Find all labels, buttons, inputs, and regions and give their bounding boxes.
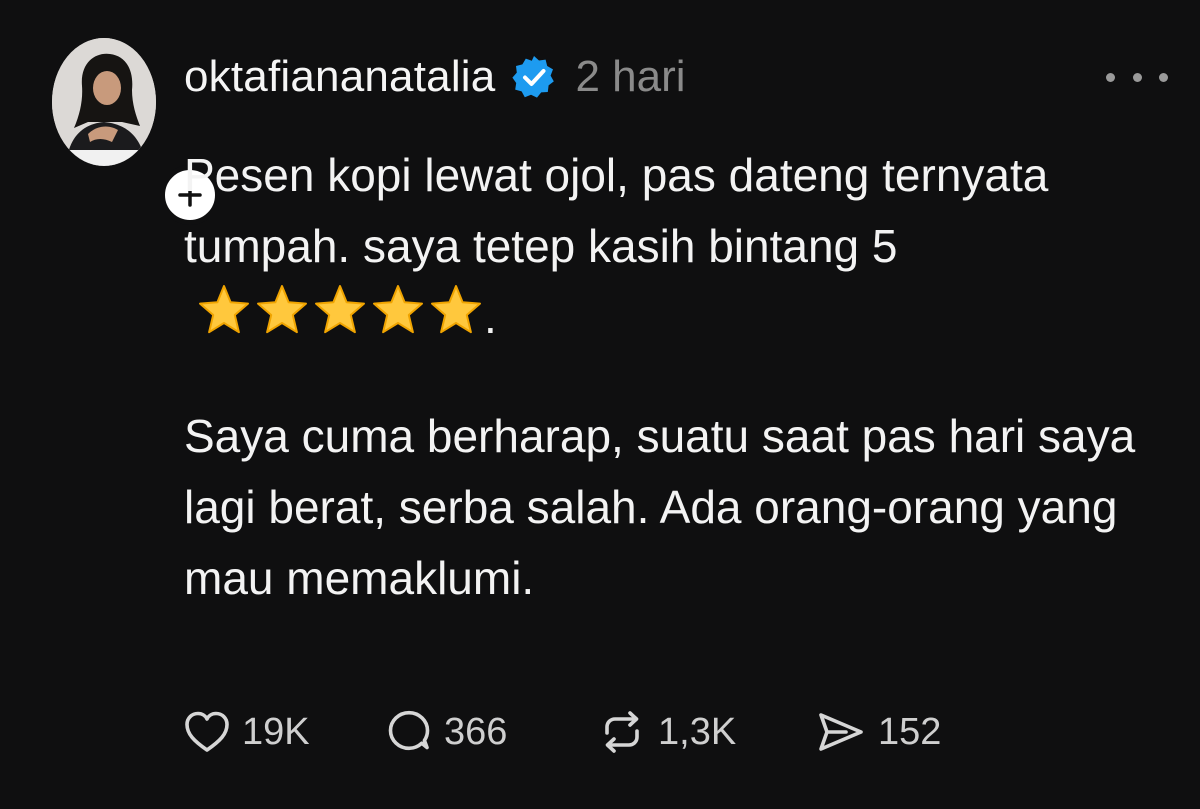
repost-count: 1,3K (658, 710, 737, 753)
post-paragraph-2: Saya cuma berharap, suatu saat pas hari … (184, 410, 1136, 604)
share-button[interactable]: 152 (816, 710, 941, 754)
post-paragraph-1: Pesen kopi lewat ojol, pas dateng ternya… (184, 140, 1164, 353)
avatar-photo (52, 38, 156, 166)
more-options-button[interactable] (1106, 62, 1168, 92)
star-emoji-icon (431, 285, 481, 334)
reply-count: 366 (444, 710, 508, 753)
send-icon (819, 713, 863, 751)
post-body: Pesen kopi lewat ojol, pas dateng ternya… (184, 140, 1164, 614)
star-emoji-icon (199, 285, 249, 334)
like-button[interactable]: 19K (184, 710, 386, 754)
verified-badge-icon (511, 54, 557, 100)
reply-button[interactable]: 366 (386, 709, 598, 755)
repost-arrows-icon (605, 711, 639, 753)
star-emoji-icon (315, 285, 365, 334)
thread-post: oktafiananatalia 2 hari Pesen kopi lewat… (0, 0, 1200, 809)
username-link[interactable]: oktafiananatalia (184, 52, 495, 102)
avatar[interactable] (52, 38, 156, 166)
more-dots-icon (1159, 72, 1168, 82)
action-bar: 19K 366 1,3K 152 (184, 702, 941, 762)
share-count: 152 (878, 710, 942, 753)
like-count: 19K (242, 710, 310, 753)
more-dots-icon (1132, 72, 1142, 82)
star-emoji-icon (373, 285, 423, 334)
star-rating (196, 283, 484, 337)
repost-button[interactable]: 1,3K (598, 709, 816, 755)
post-paragraph-1-end: . (484, 291, 497, 343)
speech-bubble-icon (388, 710, 430, 751)
star-emoji-icon (257, 285, 307, 334)
post-header: oktafiananatalia 2 hari (184, 44, 686, 110)
heart-icon (185, 711, 229, 752)
post-paragraph-1-text: Pesen kopi lewat ojol, pas dateng ternya… (184, 149, 1049, 272)
author-avatar-group (52, 38, 220, 225)
post-timestamp: 2 hari (575, 52, 686, 101)
more-dots-icon (1106, 72, 1115, 82)
